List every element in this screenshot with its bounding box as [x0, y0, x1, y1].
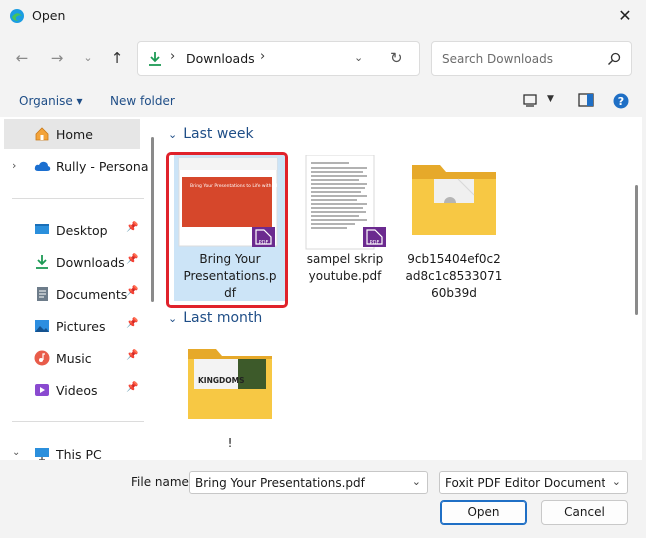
- address-bar[interactable]: › Downloads › ⌄ ↻: [137, 41, 420, 76]
- navigation-pane: Home › Rully - Persona Desktop 📌 Downloa…: [0, 117, 148, 460]
- chevron-down-icon[interactable]: ⌄: [354, 51, 363, 64]
- group-header-last-month[interactable]: ⌄ Last month: [168, 310, 262, 326]
- sidebar-item-music[interactable]: Music 📌: [0, 343, 148, 373]
- close-button[interactable]: ✕: [612, 4, 638, 28]
- window-title: Open: [32, 8, 66, 23]
- forward-arrow-icon[interactable]: →: [46, 46, 68, 70]
- sidebar-item-label: Rully - Persona: [56, 159, 148, 174]
- pdf-thumbnail: PDF: [305, 155, 386, 250]
- breadcrumb-separator: ›: [170, 49, 176, 64]
- title-bar: Open ✕: [0, 0, 646, 32]
- sidebar-scrollbar[interactable]: [148, 117, 158, 460]
- sidebar-item-label: Desktop: [56, 223, 108, 238]
- file-name: sampel skrip youtube.pdf: [306, 252, 384, 283]
- selection-highlight: [166, 152, 288, 308]
- documents-icon: [37, 287, 48, 301]
- view-icon[interactable]: [523, 93, 537, 110]
- search-icon: [608, 52, 621, 65]
- sidebar-item-documents[interactable]: Documents 📌: [0, 279, 148, 309]
- chevron-down-icon[interactable]: ⌄: [612, 475, 621, 488]
- sidebar-divider: [12, 421, 144, 422]
- pin-icon[interactable]: 📌: [126, 222, 138, 233]
- folder-name: !: [227, 436, 233, 450]
- folder-preview-text: KINGDOMS: [198, 376, 245, 385]
- music-icon: [34, 350, 50, 366]
- sidebar-item-desktop[interactable]: Desktop 📌: [0, 215, 148, 245]
- pin-icon[interactable]: 📌: [126, 286, 138, 297]
- pictures-icon: [35, 320, 49, 332]
- file-name-input[interactable]: Bring Your Presentations.pdf ⌄: [189, 471, 428, 494]
- file-item-sampel-skrip[interactable]: PDF sampel skrip youtube.pdf: [289, 155, 401, 283]
- new-folder-button[interactable]: New folder: [110, 94, 175, 108]
- sidebar-item-pictures[interactable]: Pictures 📌: [0, 311, 148, 341]
- refresh-icon[interactable]: ↻: [390, 49, 403, 67]
- pin-icon[interactable]: 📌: [126, 350, 138, 361]
- sidebar-item-downloads[interactable]: Downloads 📌: [0, 247, 148, 277]
- help-icon[interactable]: ?: [613, 93, 629, 112]
- bottom-bar: File name: Bring Your Presentations.pdf …: [0, 460, 646, 538]
- organise-menu[interactable]: Organise ▾: [19, 94, 83, 108]
- sidebar-item-label: Downloads: [56, 255, 125, 270]
- folder-item-exclamation[interactable]: KINGDOMS !: [174, 339, 286, 459]
- up-arrow-icon[interactable]: ↑: [106, 46, 128, 70]
- sidebar-divider: [12, 198, 144, 199]
- file-type-select[interactable]: Foxit PDF Editor Document (*.p ⌄: [439, 471, 628, 494]
- file-list-scrollbar[interactable]: [630, 117, 642, 460]
- sidebar-item-label: Documents: [56, 287, 128, 302]
- cloud-icon: [34, 161, 51, 171]
- pin-icon[interactable]: 📌: [126, 254, 138, 265]
- chevron-down-icon[interactable]: ⌄: [412, 475, 421, 488]
- downloads-icon: [36, 255, 48, 269]
- open-button[interactable]: Open: [440, 500, 527, 525]
- sidebar-item-label: Music: [56, 351, 92, 366]
- back-arrow-icon[interactable]: ←: [11, 46, 33, 70]
- sidebar-item-videos[interactable]: Videos 📌: [0, 375, 148, 405]
- sidebar-item-label: Videos: [56, 383, 98, 398]
- folder-name: 9cb15404ef0c2 ad8c1c8533071 60b39d: [405, 252, 503, 300]
- file-name-value: Bring Your Presentations.pdf: [195, 476, 365, 490]
- file-name-label: File name:: [131, 475, 193, 489]
- scrollbar-thumb[interactable]: [635, 185, 638, 315]
- breadcrumb-separator[interactable]: ›: [260, 49, 265, 64]
- this-pc-icon: [35, 448, 49, 460]
- chevron-down-icon[interactable]: ⌄: [168, 128, 177, 141]
- recent-locations-chevron-icon[interactable]: ⌄: [77, 46, 99, 70]
- sidebar-item-label: Pictures: [56, 319, 106, 334]
- file-type-value: Foxit PDF Editor Document (*.p: [445, 476, 605, 490]
- sidebar-item-onedrive[interactable]: › Rully - Persona: [0, 151, 148, 181]
- folder-icon: [412, 165, 496, 235]
- sidebar-item-home[interactable]: Home: [4, 119, 140, 149]
- search-input[interactable]: Search Downloads: [442, 52, 553, 66]
- edge-app-icon: [10, 9, 24, 23]
- sidebar-item-this-pc[interactable]: ⌄ This PC: [0, 439, 148, 460]
- svg-text:?: ?: [618, 95, 624, 108]
- view-chevron-down-icon[interactable]: ▼: [547, 94, 554, 104]
- chevron-right-icon[interactable]: ›: [12, 159, 16, 172]
- pdf-badge-text: PDF: [370, 240, 380, 246]
- chevron-down-icon[interactable]: ⌄: [168, 312, 177, 325]
- scrollbar-thumb[interactable]: [151, 137, 154, 302]
- videos-icon: [35, 384, 49, 396]
- chevron-down-icon[interactable]: ⌄: [12, 447, 20, 458]
- sidebar-item-label: This PC: [56, 447, 102, 460]
- preview-pane-icon[interactable]: [578, 93, 594, 110]
- folder-icon: KINGDOMS: [188, 349, 272, 419]
- search-box[interactable]: Search Downloads: [431, 41, 632, 76]
- pin-icon[interactable]: 📌: [126, 382, 138, 393]
- pin-icon[interactable]: 📌: [126, 318, 138, 329]
- downloads-icon: [149, 52, 161, 66]
- folder-item-9cb15404[interactable]: 9cb15404ef0c2 ad8c1c8533071 60b39d: [398, 155, 510, 301]
- group-header-last-week[interactable]: ⌄ Last week: [168, 126, 254, 142]
- sidebar-item-label: Home: [56, 127, 93, 142]
- cancel-button[interactable]: Cancel: [541, 500, 628, 525]
- home-icon: [35, 127, 49, 141]
- breadcrumb-downloads[interactable]: Downloads: [186, 51, 255, 66]
- desktop-icon: [35, 224, 49, 234]
